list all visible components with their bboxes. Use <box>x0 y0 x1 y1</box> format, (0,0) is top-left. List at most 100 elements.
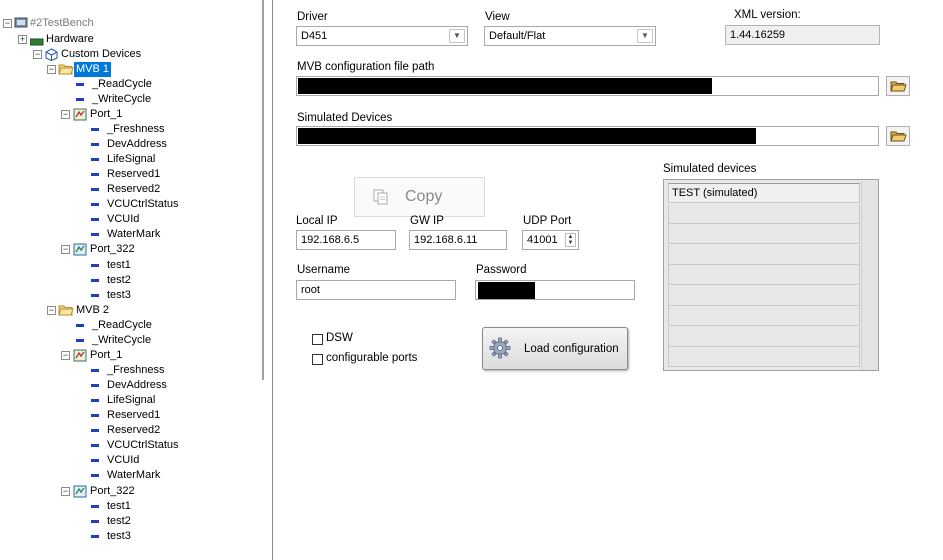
browse-simulated-devices-button[interactable] <box>886 126 910 146</box>
tree-leaf-item[interactable]: Reserved2 <box>0 182 200 197</box>
tree-root[interactable]: − #2TestBench <box>0 16 200 31</box>
list-item[interactable] <box>668 224 860 244</box>
tree-leaf-item[interactable]: test3 <box>0 529 200 544</box>
tree-mvb2-read[interactable]: _ReadCycle <box>0 318 200 333</box>
load-configuration-label: Load configuration <box>524 343 619 355</box>
tree-leaf-item[interactable]: Reserved2 <box>0 423 200 438</box>
tree-leaf-item[interactable]: VCUId <box>0 453 200 468</box>
copy-popup[interactable]: Copy <box>354 177 485 217</box>
tree-item-label: Reserved1 <box>107 409 161 421</box>
leaf-dash-icon <box>91 369 99 372</box>
tree-mvb2-write[interactable]: _WriteCycle <box>0 333 200 348</box>
tree-mvb1-port1[interactable]: − Port_1 <box>0 107 200 122</box>
chevron-down-icon[interactable]: ▼ <box>449 29 465 43</box>
udp-port-label: UDP Port <box>523 215 572 227</box>
collapse-toggle-icon[interactable]: − <box>3 19 12 28</box>
tree-leaf-item[interactable]: test1 <box>0 499 200 514</box>
collapse-toggle-icon[interactable]: − <box>47 65 56 74</box>
tree-leaf-item[interactable]: LifeSignal <box>0 152 200 167</box>
udp-port-stepper[interactable]: 41001 ▲ ▼ <box>522 230 579 250</box>
list-item[interactable] <box>668 285 860 306</box>
list-item[interactable] <box>668 244 860 265</box>
password-input[interactable] <box>475 280 635 300</box>
list-item[interactable] <box>668 203 860 224</box>
tree-leaf-item[interactable]: DevAddress <box>0 137 200 152</box>
tree-splitter[interactable] <box>262 0 264 380</box>
tree-leaf-item[interactable]: WaterMark <box>0 227 200 242</box>
tree-item-label: Reserved1 <box>107 168 161 180</box>
tree-custom-devices[interactable]: − Custom Devices <box>0 47 200 62</box>
tree-mvb1[interactable]: − MVB 1 <box>0 62 200 77</box>
driver-select[interactable]: D451 ▼ <box>296 26 468 46</box>
tree-item-label: _Freshness <box>107 364 165 376</box>
gear-icon <box>489 337 511 359</box>
tree-mvb1-read[interactable]: _ReadCycle <box>0 77 200 92</box>
list-item[interactable]: TEST (simulated) <box>668 183 860 203</box>
tree-item-label: LifeSignal <box>107 394 156 406</box>
tree-mvb2-port1[interactable]: − Port_1 <box>0 348 200 363</box>
list-item-label: TEST (simulated) <box>672 187 758 199</box>
leaf-dash-icon <box>91 218 99 221</box>
tree-leaf-item[interactable]: LifeSignal <box>0 393 200 408</box>
collapse-toggle-icon[interactable]: − <box>61 245 70 254</box>
collapse-toggle-icon[interactable]: − <box>61 487 70 496</box>
tree-mvb1-write[interactable]: _WriteCycle <box>0 92 200 107</box>
list-item[interactable] <box>668 306 860 326</box>
tree-mvb2-port322[interactable]: − Port_322 <box>0 484 200 499</box>
username-input[interactable]: root <box>296 280 456 300</box>
tree-leaf-item[interactable]: DevAddress <box>0 378 200 393</box>
leaf-dash-icon <box>91 158 99 161</box>
tree-leaf-item[interactable]: test2 <box>0 273 200 288</box>
tree-leaf-item[interactable]: WaterMark <box>0 468 200 483</box>
chevron-down-icon[interactable]: ▼ <box>637 29 653 43</box>
tree-leaf-item[interactable]: _Freshness <box>0 122 200 137</box>
tree-leaf-item[interactable]: VCUCtrlStatus <box>0 438 200 453</box>
tree-leaf-item[interactable]: _Freshness <box>0 363 200 378</box>
tree-item-label: _ReadCycle <box>92 78 152 90</box>
browse-mvb-config-button[interactable] <box>886 76 910 96</box>
tree-leaf-item[interactable]: test2 <box>0 514 200 529</box>
configurable-ports-checkbox[interactable] <box>312 354 323 365</box>
tree-leaf-item[interactable]: VCUId <box>0 212 200 227</box>
driver-value: D451 <box>301 30 328 42</box>
local-ip-value: 192.168.6.5 <box>301 234 360 246</box>
dsw-label: DSW <box>326 332 353 344</box>
list-scrollbar[interactable] <box>861 180 878 370</box>
collapse-toggle-icon[interactable]: − <box>33 50 42 59</box>
list-item[interactable] <box>668 265 860 285</box>
list-item[interactable] <box>668 347 860 367</box>
tree-mvb2[interactable]: − MVB 2 <box>0 303 200 318</box>
tree-item-label: DevAddress <box>107 138 167 150</box>
tree-leaf-item[interactable]: Reserved1 <box>0 408 200 423</box>
collapse-toggle-icon[interactable]: − <box>61 351 70 360</box>
local-ip-label: Local IP <box>296 215 338 227</box>
copy-label: Copy <box>405 188 443 205</box>
tree-mvb1-port322[interactable]: − Port_322 <box>0 242 200 257</box>
spin-arrows-icon[interactable]: ▲ ▼ <box>565 233 576 247</box>
gw-ip-input[interactable]: 192.168.6.11 <box>409 230 507 250</box>
tree-item-label: test1 <box>107 500 131 512</box>
mvb-config-path-input[interactable] <box>296 76 879 96</box>
tree-leaf-item[interactable]: test3 <box>0 288 200 303</box>
tree-leaf-item[interactable]: Reserved1 <box>0 167 200 182</box>
view-select[interactable]: Default/Flat ▼ <box>484 26 656 46</box>
device-tree: − #2TestBench + Hardware − Custom Device… <box>0 0 262 560</box>
simulated-devices-path-input[interactable] <box>296 126 879 146</box>
xml-version-field: 1.44.16259 <box>725 25 880 45</box>
leaf-dash-icon <box>91 505 99 508</box>
list-item[interactable] <box>668 326 860 347</box>
collapse-toggle-icon[interactable]: − <box>47 306 56 315</box>
tree-leaf-item[interactable]: test1 <box>0 258 200 273</box>
tree-hardware[interactable]: + Hardware <box>0 32 200 47</box>
expand-toggle-icon[interactable]: + <box>18 35 27 44</box>
tree-hardware-label: Hardware <box>46 33 94 45</box>
dsw-checkbox[interactable] <box>312 334 323 345</box>
local-ip-input[interactable]: 192.168.6.5 <box>296 230 396 250</box>
load-configuration-button[interactable]: Load configuration <box>482 327 628 370</box>
collapse-toggle-icon[interactable]: − <box>61 110 70 119</box>
simulated-devices-list[interactable]: TEST (simulated) <box>663 179 879 371</box>
folder-open-icon <box>890 131 907 142</box>
redacted-path <box>298 78 712 94</box>
copy-icon <box>373 189 388 205</box>
tree-leaf-item[interactable]: VCUCtrlStatus <box>0 197 200 212</box>
